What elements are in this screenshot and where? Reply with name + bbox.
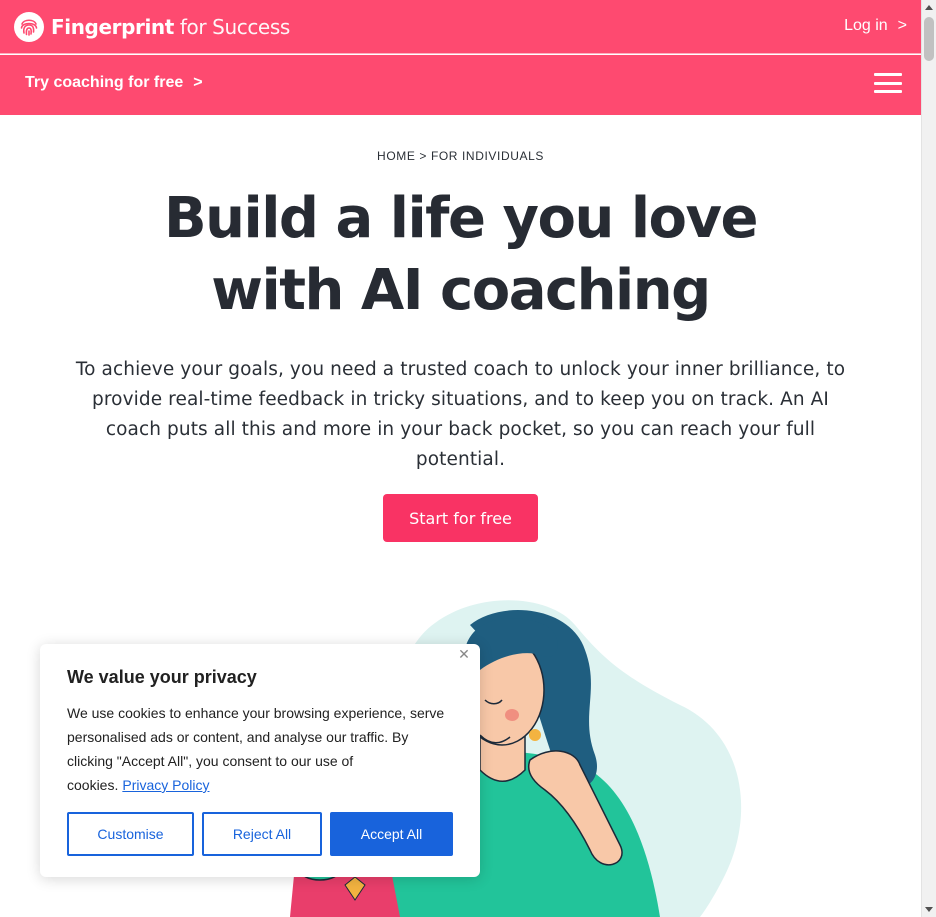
- privacy-policy-link[interactable]: Privacy Policy: [122, 777, 209, 793]
- try-coaching-link[interactable]: Try coaching for free >: [25, 74, 203, 92]
- brand-name: Fingerprint for Success: [51, 15, 290, 39]
- breadcrumb-current: FOR INDIVIDUALS: [430, 149, 544, 163]
- login-label: Log in: [844, 17, 888, 34]
- fingerprint-icon: [14, 12, 44, 42]
- brand-name-light: for Success: [179, 15, 290, 39]
- try-chevron-icon: >: [193, 74, 203, 91]
- cookie-consent-banner: ✕ We value your privacy We use cookies t…: [40, 644, 480, 877]
- hamburger-line: [874, 81, 902, 85]
- hamburger-line: [874, 90, 902, 93]
- hero-title: Build a life you love with AI coaching: [0, 183, 921, 327]
- vertical-scrollbar[interactable]: [921, 0, 936, 917]
- hamburger-icon[interactable]: [874, 73, 902, 93]
- top-navigation-bar: Fingerprint for Success Log in >: [0, 0, 921, 54]
- try-coaching-label: Try coaching for free: [25, 74, 184, 91]
- breadcrumb: HOME > FOR INDIVIDUALS: [0, 149, 921, 163]
- customise-button[interactable]: Customise: [67, 812, 194, 856]
- hero-description: To achieve your goals, you need a truste…: [75, 359, 846, 470]
- start-for-free-button[interactable]: Start for free: [383, 494, 538, 542]
- login-chevron-icon: >: [897, 17, 907, 34]
- scrollbar-thumb[interactable]: [924, 17, 934, 61]
- reject-all-button[interactable]: Reject All: [202, 812, 322, 856]
- hero-title-line-2: with AI coaching: [211, 258, 711, 323]
- illustration-earring: [529, 729, 541, 741]
- cookie-title: We value your privacy: [67, 667, 257, 687]
- close-icon[interactable]: ✕: [456, 646, 472, 662]
- cookie-body: We use cookies to enhance your browsing …: [67, 701, 457, 797]
- brand-name-bold: Fingerprint: [51, 15, 174, 39]
- breadcrumb-separator: >: [419, 149, 427, 163]
- scroll-down-arrow-icon[interactable]: [925, 907, 933, 912]
- hero-title-line-1: Build a life you love: [163, 186, 759, 251]
- brand-logo[interactable]: Fingerprint for Success: [14, 11, 290, 43]
- login-link[interactable]: Log in >: [844, 17, 907, 35]
- accept-all-button[interactable]: Accept All: [330, 812, 453, 856]
- page-viewport: Fingerprint for Success Log in > Try coac…: [0, 0, 921, 917]
- breadcrumb-home[interactable]: HOME: [377, 149, 415, 163]
- illustration-cheek: [505, 709, 519, 721]
- promo-bar: Try coaching for free >: [0, 55, 921, 115]
- scroll-up-arrow-icon[interactable]: [925, 5, 933, 10]
- hamburger-line: [874, 73, 902, 76]
